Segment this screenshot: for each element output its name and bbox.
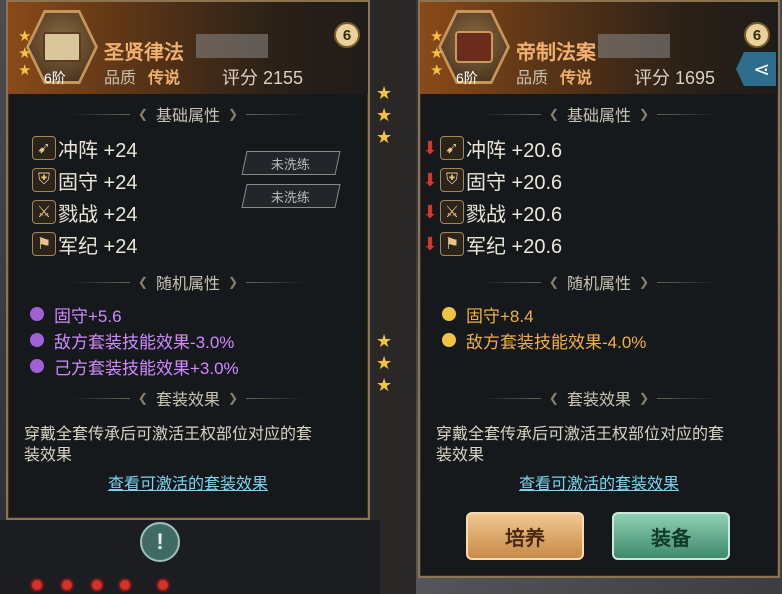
train-button[interactable]: 培养 [466,512,584,560]
warning-icon[interactable]: ! [140,522,180,562]
background-stars: ★ ★ ★ [376,83,393,147]
axes-icon: ⚔ [32,200,56,224]
background-bottom-strip [0,520,380,594]
item-score: 评分 2155 [222,68,304,88]
unrefined-tag[interactable]: 未洗练 [241,151,341,175]
quality-label: 品质 [516,70,549,87]
star-rating-icon: ★ ★ ★ [18,28,32,79]
section-title: 基础属性 [566,108,631,125]
shield-icon: ⛨ [32,168,56,192]
level-badge: 6 [744,22,770,48]
page-dot[interactable] [156,578,170,592]
charge-icon: ➹ [440,136,464,160]
set-description: 穿戴全套传承后可激活王权部位对应的套 [24,426,313,443]
quality-label: 品质 [104,70,137,87]
banner-icon: ⚑ [32,232,56,256]
attr-row: ⚔ 戮战 +24 [32,198,137,226]
arrow-down-icon: ⬇ [422,233,438,254]
random-attr: 固守+5.6 [30,302,122,326]
arrow-down-icon: ⬇ [422,137,438,158]
attr-row: ⬇ ⚑ 军纪 +20.6 [422,232,563,258]
section-title: 套装效果 [566,392,631,409]
arrow-down-icon: ⬇ [422,169,438,190]
page-dot[interactable] [90,578,104,592]
axes-icon: ⚔ [440,200,464,224]
set-effect-heading: ❮ 套装效果 ❯ [420,386,778,410]
level-badge: 6 [334,22,360,48]
attr-row: ⬇ ➹ 冲阵 +20.6 [422,136,563,162]
random-attr: 敌方套装技能效果-4.0% [442,328,646,352]
set-description: 穿戴全套传承后可激活王权部位对应的套 [436,426,725,443]
attr-row: ⚑ 军纪 +24 [32,230,137,258]
equipped-item-card: ★ ★ ★ 6阶 圣贤律法 6 品质 传说 评分 2155 ❮ 基础属性 ❯ ➹ 冲阵 +… [6,0,370,520]
base-attrs-heading: ❮ 基础属性 ❯ [420,102,778,126]
blurred-text [598,34,670,58]
base-attrs-heading: ❮ 基础属性 ❯ [8,102,368,126]
unrefined-tag[interactable]: 未洗练 [241,184,341,208]
attr-row: ⛨ 固守 +24 [32,166,137,194]
chest-icon [455,31,493,63]
quality-value: 传说 [148,70,181,87]
candidate-item-card: ★ ★ ★ 6阶 帝制法案 6 品质 传说 评分 1695 ❮ 基础属性 ❯ ⬇ ➹ 冲阵 … [418,0,780,578]
arrow-down-icon: ⬇ [422,201,438,222]
random-attrs-heading: ❮ 随机属性 ❯ [420,270,778,294]
view-set-effects-link[interactable]: 查看可激活的套装效果 [420,470,778,494]
share-icon[interactable]: ⋖ [736,52,776,86]
blurred-text [196,34,268,58]
set-description: 装效果 [24,447,73,464]
charge-icon: ➹ [32,136,56,160]
random-attrs-heading: ❮ 随机属性 ❯ [8,270,368,294]
item-tier: 6阶 [44,70,66,86]
section-title: 随机属性 [566,276,631,293]
view-set-effects-link[interactable]: 查看可激活的套装效果 [8,470,368,494]
item-name: 圣贤律法 [104,42,184,64]
page-dot[interactable] [30,578,44,592]
attr-row: ➹ 冲阵 +24 [32,134,137,162]
item-score: 评分 1695 [634,68,716,88]
item-tier: 6阶 [456,70,478,86]
banner-icon: ⚑ [440,232,464,256]
section-title: 随机属性 [155,276,220,293]
shield-icon: ⛨ [440,168,464,192]
quality-value: 传说 [560,70,593,87]
set-effect-heading: ❮ 套装效果 ❯ [8,386,368,410]
page-dot[interactable] [60,578,74,592]
attr-row: ⬇ ⚔ 戮战 +20.6 [422,200,563,226]
set-description: 装效果 [436,447,485,464]
random-attr: 己方套装技能效果+3.0% [30,354,239,378]
random-attr: 敌方套装技能效果-3.0% [30,328,234,352]
star-rating-icon: ★ ★ ★ [430,28,444,79]
page-dot[interactable] [118,578,132,592]
attr-row: ⬇ ⛨ 固守 +20.6 [422,168,563,194]
item-name: 帝制法案 [516,42,596,64]
random-attr: 固守+8.4 [442,302,534,326]
section-title: 基础属性 [155,108,220,125]
equip-button[interactable]: 装备 [612,512,730,560]
section-title: 套装效果 [155,392,220,409]
background-stars-2: ★ ★ ★ [376,331,393,395]
book-icon [43,32,81,62]
